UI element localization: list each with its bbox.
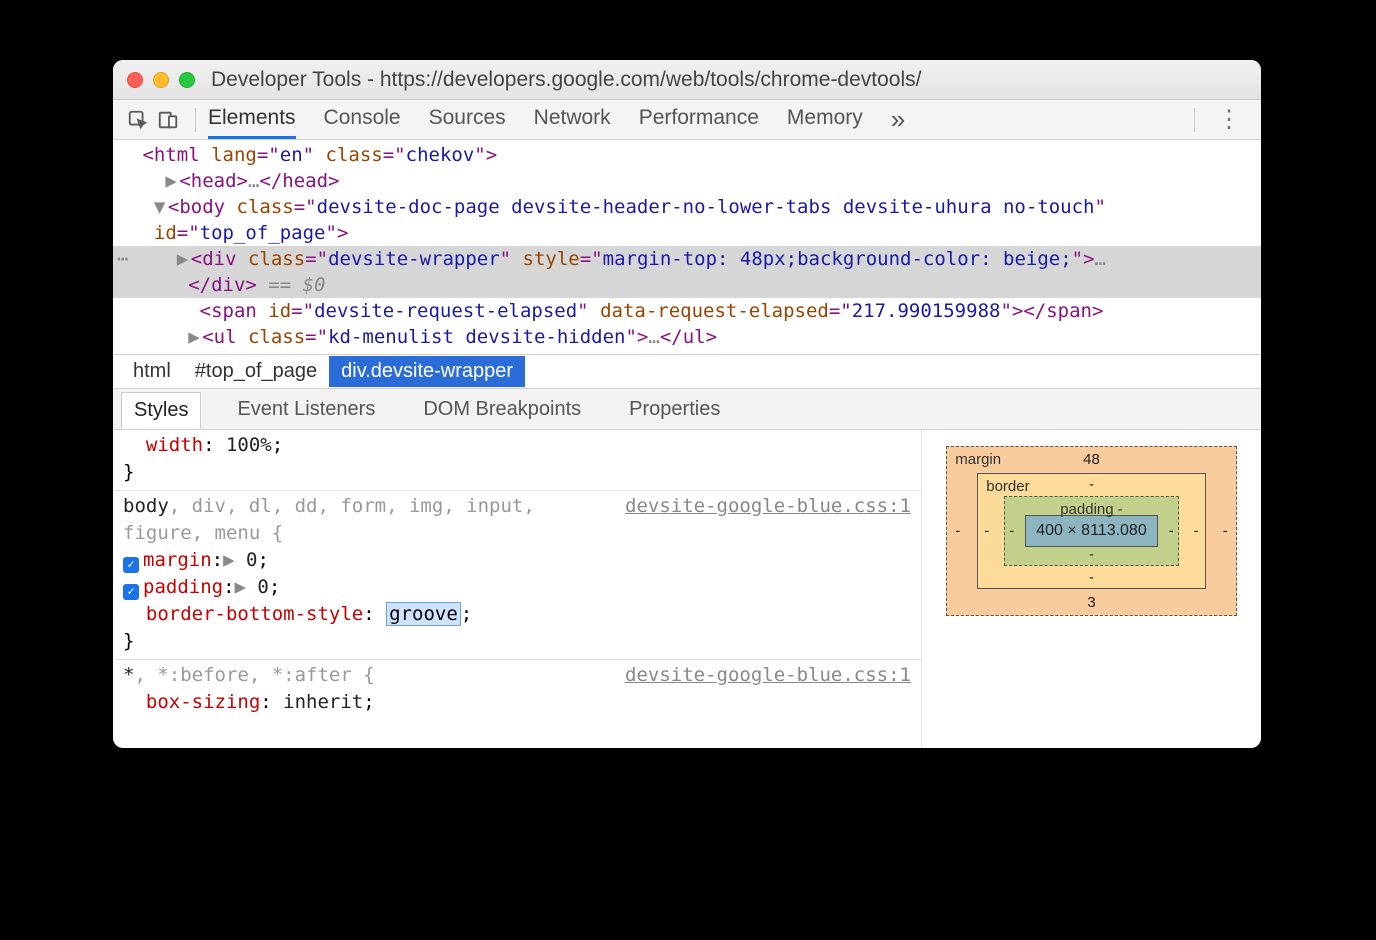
attr-value: devsite-doc-page devsite-header-no-lower… <box>317 196 1095 218</box>
attr-value: devsite-request-elapsed <box>314 300 577 322</box>
css-value[interactable]: 0 <box>257 576 268 598</box>
device-toggle-icon[interactable] <box>153 105 183 135</box>
checkbox-icon[interactable] <box>123 557 139 573</box>
ellipsis: … <box>248 170 259 192</box>
box-padding[interactable]: padding - - - - 400 × 8113.080 <box>1004 496 1178 566</box>
attr-value: kd-menulist devsite-hidden <box>328 326 625 348</box>
styles-subtabs: Styles Event Listeners DOM Breakpoints P… <box>113 388 1261 430</box>
attr-value: top_of_page <box>200 222 326 244</box>
dollar-zero: $0 <box>303 274 326 296</box>
brace: } <box>123 461 134 483</box>
border-label: border <box>986 478 1029 495</box>
css-rule: devsite-google-blue.css:1 body, div, dl,… <box>113 491 921 660</box>
breadcrumb-item-selected[interactable]: div.devsite-wrapper <box>329 356 525 387</box>
tab-performance[interactable]: Performance <box>639 100 759 139</box>
breadcrumb-item[interactable]: #top_of_page <box>183 356 329 387</box>
titlebar: Developer Tools - https://developers.goo… <box>113 60 1261 100</box>
window-title: Developer Tools - https://developers.goo… <box>211 68 921 92</box>
padding-label: padding - <box>1060 501 1123 518</box>
styles-rules[interactable]: width: 100%; } devsite-google-blue.css:1… <box>113 430 921 748</box>
close-icon[interactable] <box>127 72 143 88</box>
inspect-icon[interactable] <box>123 105 153 135</box>
eq-label: == <box>257 274 303 296</box>
toolbar-separator <box>1194 108 1195 132</box>
brace: } <box>123 630 134 652</box>
css-selector[interactable]: body <box>123 495 169 517</box>
box-content[interactable]: 400 × 8113.080 <box>1025 515 1157 547</box>
settings-menu-icon[interactable]: ⋮ <box>1207 105 1251 134</box>
css-value-editing[interactable]: groove <box>386 602 461 626</box>
tab-memory[interactable]: Memory <box>787 100 863 139</box>
css-prop[interactable]: margin <box>143 549 212 571</box>
breadcrumb: html #top_of_page div.devsite-wrapper <box>113 354 1261 388</box>
border-value[interactable]: - <box>1194 523 1199 540</box>
devtools-window: Developer Tools - https://developers.goo… <box>113 60 1261 748</box>
breadcrumb-item[interactable]: html <box>121 356 183 387</box>
css-value[interactable]: 100% <box>226 434 272 456</box>
more-tabs-icon[interactable]: » <box>891 104 905 135</box>
css-selector-rest: , *:before, *:after { <box>134 664 374 686</box>
margin-bottom-value[interactable]: 3 <box>1087 594 1095 611</box>
traffic-lights <box>127 72 195 88</box>
subtab-styles[interactable]: Styles <box>121 392 201 429</box>
attr-value: 217.990159988 <box>852 300 1001 322</box>
zoom-icon[interactable] <box>179 72 195 88</box>
margin-label: margin <box>955 451 1001 468</box>
selected-node[interactable]: ⋯ ▶<div class="devsite-wrapper" style="m… <box>113 246 1261 272</box>
subtab-dom-breakpoints[interactable]: DOM Breakpoints <box>411 392 593 427</box>
margin-top-value[interactable]: 48 <box>1083 451 1100 468</box>
padding-value[interactable]: - <box>1089 546 1094 563</box>
tab-elements[interactable]: Elements <box>208 100 296 139</box>
css-value[interactable]: inherit <box>283 691 363 713</box>
border-value[interactable]: - <box>1089 476 1094 493</box>
panel-tabs: Elements Console Sources Network Perform… <box>208 100 863 139</box>
subtab-event-listeners[interactable]: Event Listeners <box>225 392 387 427</box>
css-prop[interactable]: box-sizing <box>146 691 260 713</box>
margin-left-value[interactable]: - <box>955 523 960 540</box>
box-border[interactable]: border - - - - padding - - - - 400 × 811… <box>977 473 1205 589</box>
tab-console[interactable]: Console <box>324 100 401 139</box>
padding-value[interactable]: - <box>1009 523 1014 540</box>
css-rule: width: 100%; } <box>113 430 921 491</box>
checkbox-icon[interactable] <box>123 584 139 600</box>
tab-network[interactable]: Network <box>534 100 611 139</box>
border-value[interactable]: - <box>1089 569 1094 586</box>
css-prop[interactable]: border-bottom-style <box>146 603 363 625</box>
box-model[interactable]: margin 48 3 - - border - - - - padding -… <box>921 430 1261 748</box>
source-link[interactable]: devsite-google-blue.css:1 <box>625 662 911 689</box>
toolbar: Elements Console Sources Network Perform… <box>113 100 1261 140</box>
margin-right-value[interactable]: - <box>1223 523 1228 540</box>
css-value[interactable]: 0 <box>246 549 257 571</box>
box-margin[interactable]: margin 48 3 - - border - - - - padding -… <box>946 446 1236 616</box>
border-value[interactable]: - <box>984 523 989 540</box>
tab-sources[interactable]: Sources <box>429 100 506 139</box>
css-rule: devsite-google-blue.css:1 *, *:before, *… <box>113 660 921 720</box>
css-selector-rest: , div, dl, dd, form, img, input, figure,… <box>123 495 535 544</box>
padding-value[interactable]: - <box>1169 523 1174 540</box>
css-prop[interactable]: padding <box>143 576 223 598</box>
attr-value: margin-top: 48px;background-color: beige… <box>603 248 1072 270</box>
toolbar-separator <box>195 108 196 132</box>
dom-tree[interactable]: <html lang="en" class="chekov"> ▶<head>…… <box>113 140 1261 354</box>
css-selector[interactable]: * <box>123 664 134 686</box>
styles-pane: width: 100%; } devsite-google-blue.css:1… <box>113 430 1261 748</box>
attr-value: devsite-wrapper <box>328 248 500 270</box>
subtab-properties[interactable]: Properties <box>617 392 732 427</box>
css-prop[interactable]: width <box>146 434 203 456</box>
source-link[interactable]: devsite-google-blue.css:1 <box>625 493 911 520</box>
minimize-icon[interactable] <box>153 72 169 88</box>
